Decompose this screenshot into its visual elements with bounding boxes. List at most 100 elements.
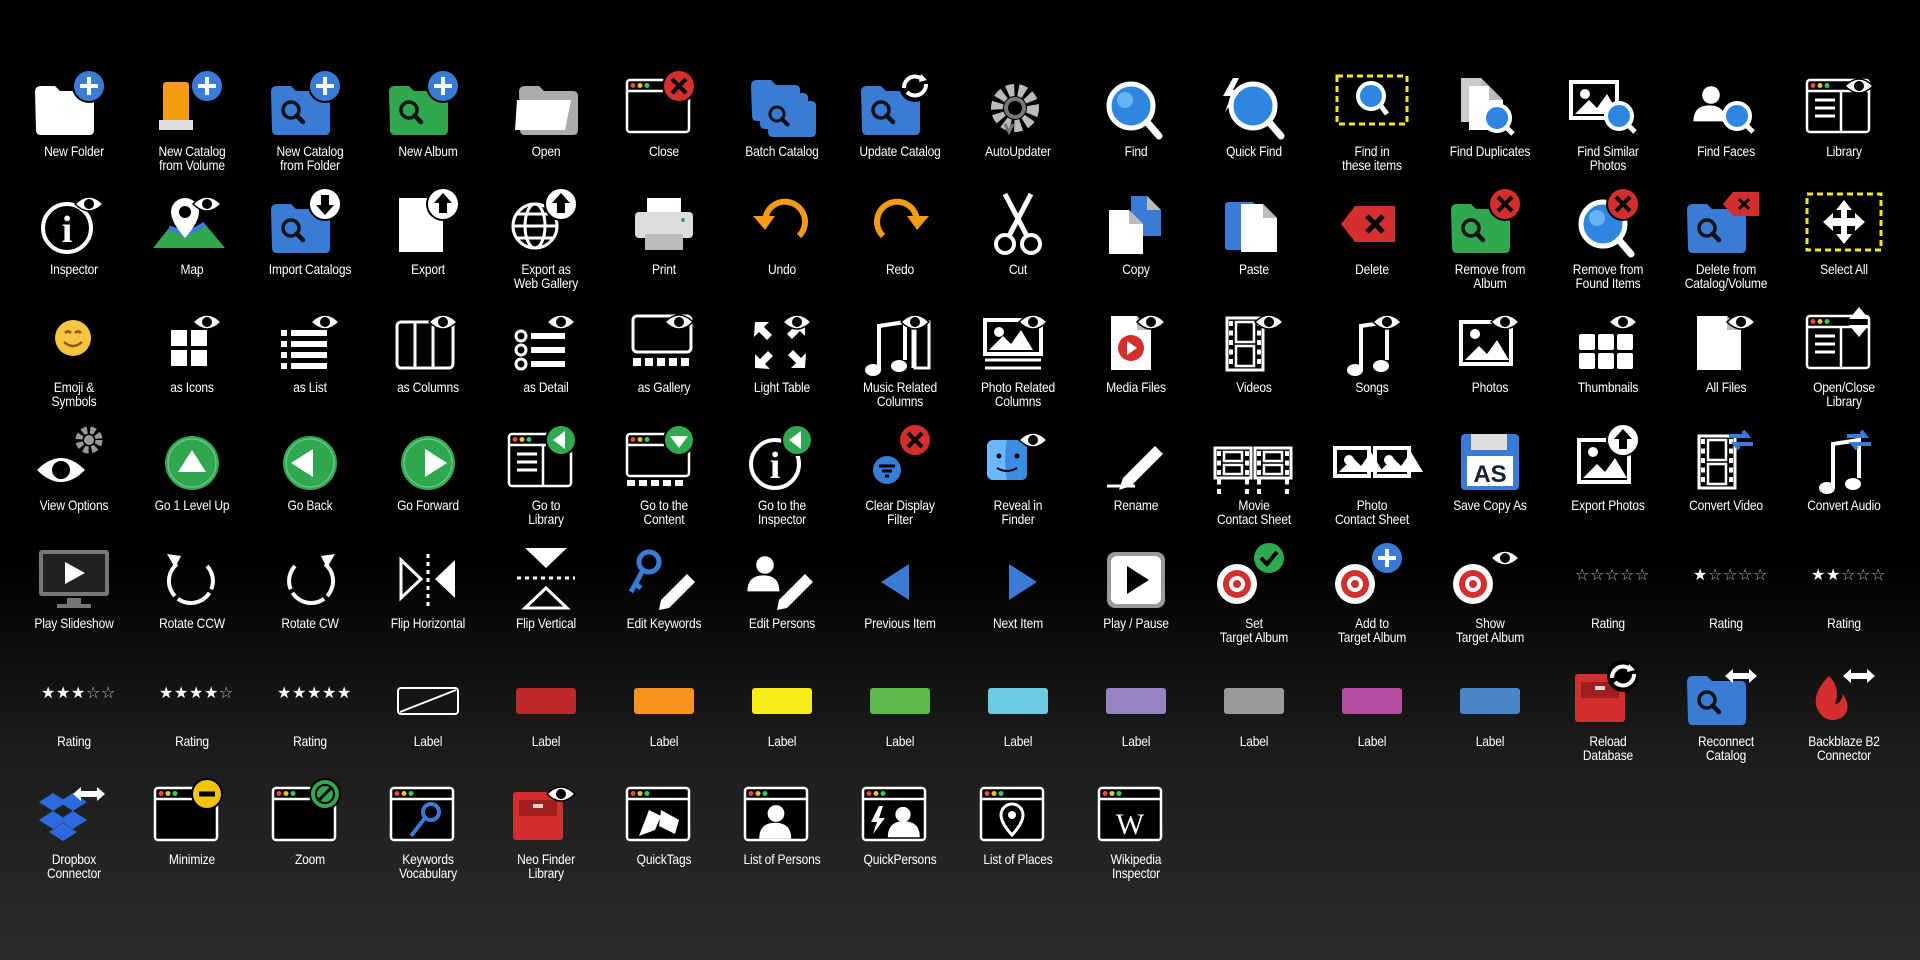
toolbar-item[interactable]: Print bbox=[605, 190, 723, 308]
toolbar-item[interactable]: Open/Close Library bbox=[1785, 307, 1903, 426]
toolbar-item[interactable]: Rename bbox=[1077, 426, 1195, 544]
toolbar-item[interactable]: Songs bbox=[1313, 308, 1431, 426]
toolbar-item[interactable]: New Folder bbox=[15, 69, 133, 190]
toolbar-item[interactable]: Convert Video bbox=[1667, 426, 1785, 544]
toolbar-item[interactable]: Movie Contact Sheet bbox=[1195, 426, 1313, 544]
toolbar-item[interactable]: Label bbox=[605, 662, 723, 780]
toolbar-item[interactable]: Delete bbox=[1313, 190, 1431, 308]
toolbar-item[interactable]: Paste bbox=[1195, 190, 1313, 308]
toolbar-item[interactable]: Copy bbox=[1077, 190, 1195, 308]
toolbar-item[interactable]: Map bbox=[133, 190, 251, 308]
toolbar-item[interactable]: Library bbox=[1785, 72, 1903, 190]
toolbar-item[interactable]: Export bbox=[369, 187, 487, 308]
toolbar-item[interactable]: Photo Related Columns bbox=[959, 308, 1077, 426]
toolbar-item[interactable]: QuickTags bbox=[605, 780, 723, 898]
toolbar-item[interactable]: Rotate CW bbox=[251, 544, 369, 662]
toolbar-item[interactable]: Find Duplicates bbox=[1431, 72, 1549, 190]
toolbar-item[interactable]: Reveal in Finder bbox=[959, 426, 1077, 544]
toolbar-item[interactable]: Next Item bbox=[959, 544, 1077, 662]
toolbar-item[interactable]: Cut bbox=[959, 190, 1077, 308]
toolbar-item[interactable]: Edit Persons bbox=[723, 544, 841, 662]
toolbar-item[interactable]: Add to Target Album bbox=[1313, 541, 1431, 662]
toolbar-item[interactable]: Convert Audio bbox=[1785, 426, 1903, 544]
toolbar-item[interactable]: Photo Contact Sheet bbox=[1313, 426, 1431, 544]
toolbar-item[interactable]: as Columns bbox=[369, 308, 487, 426]
toolbar-item[interactable]: Go Back bbox=[251, 426, 369, 544]
toolbar-item[interactable]: Import Catalogs bbox=[251, 187, 369, 308]
toolbar-item[interactable]: All Files bbox=[1667, 308, 1785, 426]
toolbar-item[interactable]: as Detail bbox=[487, 308, 605, 426]
toolbar-item[interactable]: as Icons bbox=[133, 308, 251, 426]
toolbar-item[interactable]: i Inspector bbox=[15, 190, 133, 308]
toolbar-item[interactable]: Undo bbox=[723, 190, 841, 308]
toolbar-item[interactable]: as List bbox=[251, 308, 369, 426]
toolbar-item[interactable]: Neo Finder Library bbox=[487, 780, 605, 898]
toolbar-item[interactable]: Label bbox=[487, 662, 605, 780]
toolbar-item[interactable]: i Go to the Inspector bbox=[723, 424, 841, 544]
toolbar-item[interactable]: Export as Web Gallery bbox=[487, 187, 605, 308]
toolbar-item[interactable]: Emoji & Symbols bbox=[15, 308, 133, 426]
toolbar-item[interactable]: ★ ★ ★ ☆ ☆ Rating bbox=[15, 662, 133, 780]
toolbar-item[interactable]: ★ ★ ★ ★ ☆ Rating bbox=[133, 662, 251, 780]
toolbar-item[interactable]: Media Files bbox=[1077, 308, 1195, 426]
toolbar-item[interactable]: Delete from Catalog/Volume bbox=[1667, 190, 1785, 308]
toolbar-item[interactable]: Label bbox=[959, 662, 1077, 780]
toolbar-item[interactable]: View Options bbox=[15, 426, 133, 544]
toolbar-item[interactable]: W Wikipedia Inspector bbox=[1077, 780, 1195, 898]
toolbar-item[interactable]: Edit Keywords bbox=[605, 544, 723, 662]
toolbar-item[interactable]: Find Similar Photos bbox=[1549, 72, 1667, 190]
toolbar-item[interactable]: Play Slideshow bbox=[15, 544, 133, 662]
toolbar-item[interactable]: Keywords Vocabulary bbox=[369, 780, 487, 898]
toolbar-item[interactable]: Remove from Album bbox=[1431, 187, 1549, 308]
toolbar-item[interactable]: Play / Pause bbox=[1077, 544, 1195, 662]
toolbar-item[interactable]: ★ ★ ☆ ☆ ☆ Rating bbox=[1785, 544, 1903, 662]
toolbar-item[interactable]: Photos bbox=[1431, 308, 1549, 426]
toolbar-item[interactable]: Minimize bbox=[133, 778, 251, 898]
toolbar-item[interactable]: as Gallery bbox=[605, 308, 723, 426]
toolbar-item[interactable]: Zoom bbox=[251, 778, 369, 898]
toolbar-item[interactable]: ★ ★ ★ ★ ★ Rating bbox=[251, 662, 369, 780]
toolbar-item[interactable]: Clear Display Filter bbox=[841, 423, 959, 544]
toolbar-item[interactable]: Flip Horizontal bbox=[369, 544, 487, 662]
toolbar-item[interactable]: Batch Catalog bbox=[723, 72, 841, 190]
toolbar-item[interactable]: AS Save Copy As bbox=[1431, 426, 1549, 544]
toolbar-item[interactable]: Quick Find bbox=[1195, 72, 1313, 190]
toolbar-item[interactable]: Rotate CCW bbox=[133, 544, 251, 662]
toolbar-item[interactable]: New Catalog from Volume bbox=[133, 69, 251, 190]
toolbar-item[interactable]: Label bbox=[1313, 662, 1431, 780]
toolbar-item[interactable]: New Catalog from Folder bbox=[251, 69, 369, 190]
toolbar-item[interactable]: Label bbox=[1077, 662, 1195, 780]
toolbar-item[interactable]: List of Persons bbox=[723, 780, 841, 898]
toolbar-item[interactable]: Music Related Columns bbox=[841, 308, 959, 426]
toolbar-item[interactable]: Label bbox=[841, 662, 959, 780]
toolbar-item[interactable]: List of Places bbox=[959, 780, 1077, 898]
toolbar-item[interactable]: Light Table bbox=[723, 308, 841, 426]
toolbar-item[interactable]: Export Photos bbox=[1549, 423, 1667, 544]
toolbar-item[interactable]: Previous Item bbox=[841, 544, 959, 662]
toolbar-item[interactable]: ★ ☆ ☆ ☆ ☆ Rating bbox=[1667, 544, 1785, 662]
toolbar-item[interactable]: Label bbox=[1195, 662, 1313, 780]
toolbar-item[interactable]: Thumbnails bbox=[1549, 308, 1667, 426]
toolbar-item[interactable]: Find Faces bbox=[1667, 72, 1785, 190]
toolbar-item[interactable]: Redo bbox=[841, 190, 959, 308]
toolbar-item[interactable]: Go to the Content bbox=[605, 424, 723, 544]
toolbar-item[interactable]: Remove from Found Items bbox=[1549, 187, 1667, 308]
toolbar-item[interactable]: Videos bbox=[1195, 308, 1313, 426]
toolbar-item[interactable]: Dropbox Connector bbox=[15, 780, 133, 898]
toolbar-item[interactable]: Label bbox=[369, 662, 487, 780]
toolbar-item[interactable]: ☆ ☆ ☆ ☆ ☆ Rating bbox=[1549, 544, 1667, 662]
toolbar-item[interactable]: New Album bbox=[369, 69, 487, 190]
toolbar-item[interactable]: Open bbox=[487, 72, 605, 190]
toolbar-item[interactable]: Find bbox=[1077, 72, 1195, 190]
toolbar-item[interactable]: Show Target Album bbox=[1431, 544, 1549, 662]
toolbar-item[interactable]: Set Target Album bbox=[1195, 541, 1313, 662]
toolbar-item[interactable]: Select All bbox=[1785, 190, 1903, 308]
toolbar-item[interactable]: Go to Library bbox=[487, 424, 605, 544]
toolbar-item[interactable]: Backblaze B2 Connector bbox=[1785, 662, 1903, 780]
toolbar-item[interactable]: Flip Vertical bbox=[487, 544, 605, 662]
toolbar-item[interactable]: AutoUpdater bbox=[959, 72, 1077, 190]
toolbar-item[interactable]: Update Catalog bbox=[841, 70, 959, 190]
toolbar-item[interactable]: Label bbox=[723, 662, 841, 780]
toolbar-item[interactable]: Go 1 Level Up bbox=[133, 426, 251, 544]
toolbar-item[interactable]: Go Forward bbox=[369, 426, 487, 544]
